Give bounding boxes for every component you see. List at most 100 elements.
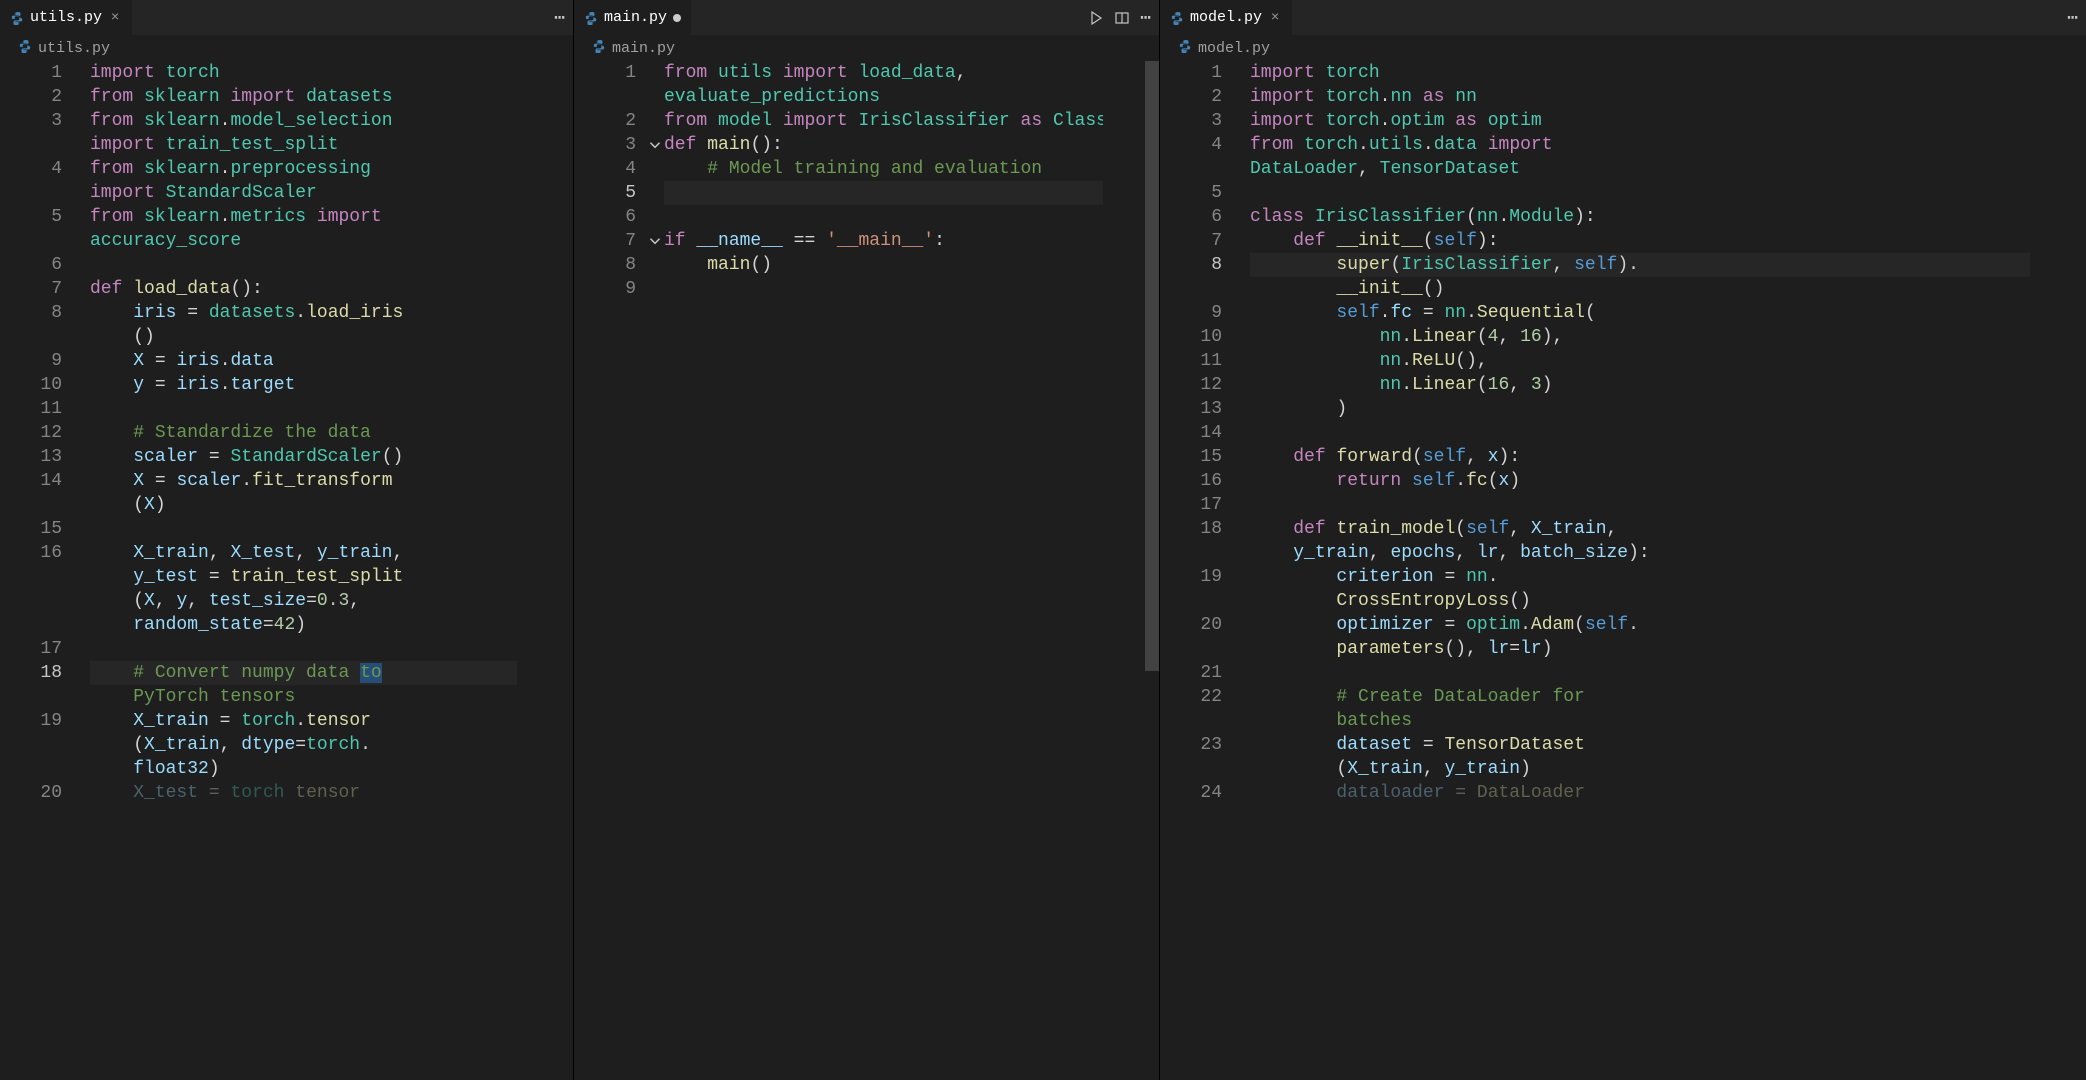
editor-tab[interactable]: model.py × <box>1160 0 1292 35</box>
line-number[interactable]: 11 <box>26 397 72 421</box>
code-line[interactable]: X_train = torch.tensor <box>90 709 517 733</box>
code-line[interactable]: DataLoader, TensorDataset <box>1250 157 2030 181</box>
code-line[interactable]: from sklearn import datasets <box>90 85 517 109</box>
glyph-margin[interactable] <box>0 61 26 1080</box>
line-number[interactable] <box>600 85 646 109</box>
code-line[interactable]: scaler = StandardScaler() <box>90 445 517 469</box>
minimap[interactable] <box>2030 61 2086 1080</box>
glyph-margin[interactable] <box>574 61 600 1080</box>
breadcrumb[interactable]: utils.py <box>0 35 573 61</box>
code-line[interactable]: import torch <box>1250 61 2030 85</box>
code-line[interactable]: CrossEntropyLoss() <box>1250 589 2030 613</box>
code-line[interactable]: import torch.nn as nn <box>1250 85 2030 109</box>
line-number[interactable] <box>26 613 72 637</box>
code-line[interactable]: ) <box>1250 397 2030 421</box>
code-editor[interactable]: 123456789101112131415161718192021222324 … <box>1160 61 2086 1080</box>
code-line[interactable]: X_train, X_test, y_train, <box>90 541 517 565</box>
code-line[interactable] <box>1250 421 2030 445</box>
line-number[interactable]: 7 <box>1186 229 1232 253</box>
line-number[interactable]: 13 <box>1186 397 1232 421</box>
line-number[interactable]: 13 <box>26 445 72 469</box>
code-line[interactable]: if __name__ == '__main__': <box>664 229 1103 253</box>
code-line[interactable] <box>90 637 517 661</box>
code-line[interactable]: super(IrisClassifier, self). <box>1250 253 2030 277</box>
code-line[interactable]: import torch <box>90 61 517 85</box>
line-number[interactable] <box>26 565 72 589</box>
code-line[interactable]: from torch.utils.data import <box>1250 133 2030 157</box>
code-line[interactable]: optimizer = optim.Adam(self. <box>1250 613 2030 637</box>
line-number[interactable] <box>26 181 72 205</box>
code-content[interactable]: from utils import load_data, evaluate_pr… <box>664 61 1103 1080</box>
line-number[interactable]: 17 <box>1186 493 1232 517</box>
line-number[interactable] <box>26 325 72 349</box>
code-line[interactable]: # Create DataLoader for <box>1250 685 2030 709</box>
line-number[interactable]: 10 <box>26 373 72 397</box>
code-line[interactable]: import train_test_split <box>90 133 517 157</box>
code-line[interactable]: nn.Linear(4, 16), <box>1250 325 2030 349</box>
line-number[interactable]: 8 <box>1186 253 1232 277</box>
code-line[interactable]: y = iris.target <box>90 373 517 397</box>
code-line[interactable]: __init__() <box>1250 277 2030 301</box>
line-number[interactable]: 3 <box>1186 109 1232 133</box>
line-number[interactable]: 5 <box>1186 181 1232 205</box>
line-number[interactable]: 24 <box>1186 781 1232 805</box>
line-number[interactable]: 3 <box>600 133 646 157</box>
code-line[interactable] <box>664 277 1103 301</box>
code-line[interactable]: iris = datasets.load_iris <box>90 301 517 325</box>
code-line[interactable]: dataloader = DataLoader <box>1250 781 2030 805</box>
line-number[interactable]: 1 <box>26 61 72 85</box>
code-line[interactable]: main() <box>664 253 1103 277</box>
line-number[interactable]: 14 <box>26 469 72 493</box>
line-number[interactable]: 9 <box>600 277 646 301</box>
line-number[interactable]: 6 <box>26 253 72 277</box>
code-line[interactable]: from sklearn.preprocessing <box>90 157 517 181</box>
line-number[interactable]: 5 <box>26 205 72 229</box>
code-line[interactable]: import StandardScaler <box>90 181 517 205</box>
line-number[interactable]: 4 <box>26 157 72 181</box>
line-number[interactable]: 15 <box>26 517 72 541</box>
code-line[interactable]: def train_model(self, X_train, <box>1250 517 2030 541</box>
line-number[interactable]: 6 <box>600 205 646 229</box>
line-number[interactable]: 1 <box>1186 61 1232 85</box>
line-number[interactable]: 2 <box>600 109 646 133</box>
code-line[interactable]: (X) <box>90 493 517 517</box>
code-line[interactable]: PyTorch tensors <box>90 685 517 709</box>
vertical-scrollbar[interactable] <box>1145 61 1159 1080</box>
line-number[interactable] <box>26 757 72 781</box>
editor-tab[interactable]: main.py <box>574 0 691 35</box>
line-number[interactable]: 8 <box>600 253 646 277</box>
line-number[interactable]: 3 <box>26 109 72 133</box>
tab-overflow-button[interactable]: ⋯ <box>1140 7 1151 29</box>
code-line[interactable]: batches <box>1250 709 2030 733</box>
code-line[interactable]: # Model training and evaluation <box>664 157 1103 181</box>
code-line[interactable]: def forward(self, x): <box>1250 445 2030 469</box>
code-line[interactable]: X = scaler.fit_transform <box>90 469 517 493</box>
code-line[interactable] <box>90 517 517 541</box>
code-line[interactable] <box>664 205 1103 229</box>
code-line[interactable]: def load_data(): <box>90 277 517 301</box>
run-button[interactable] <box>1088 10 1104 26</box>
fold-toggle[interactable] <box>646 229 664 253</box>
code-line[interactable]: from model import IrisClassifier as Clas… <box>664 109 1103 133</box>
close-tab-button[interactable]: × <box>108 11 122 25</box>
line-number[interactable] <box>1186 157 1232 181</box>
line-number[interactable]: 15 <box>1186 445 1232 469</box>
line-number[interactable]: 20 <box>26 781 72 805</box>
code-line[interactable] <box>664 181 1103 205</box>
line-number[interactable]: 23 <box>1186 733 1232 757</box>
code-line[interactable]: (X_train, dtype=torch. <box>90 733 517 757</box>
line-number[interactable]: 12 <box>1186 373 1232 397</box>
line-number[interactable] <box>1186 541 1232 565</box>
code-line[interactable]: nn.Linear(16, 3) <box>1250 373 2030 397</box>
line-number[interactable]: 16 <box>1186 469 1232 493</box>
line-number[interactable] <box>1186 277 1232 301</box>
code-line[interactable]: (X, y, test_size=0.3, <box>90 589 517 613</box>
line-number[interactable]: 20 <box>1186 613 1232 637</box>
line-number[interactable]: 2 <box>26 85 72 109</box>
line-number[interactable]: 21 <box>1186 661 1232 685</box>
code-line[interactable]: def __init__(self): <box>1250 229 2030 253</box>
split-editor-button[interactable] <box>1114 10 1130 26</box>
line-number[interactable]: 7 <box>26 277 72 301</box>
code-editor[interactable]: 1234567891011121314151617181920 import t… <box>0 61 573 1080</box>
line-number[interactable]: 9 <box>1186 301 1232 325</box>
